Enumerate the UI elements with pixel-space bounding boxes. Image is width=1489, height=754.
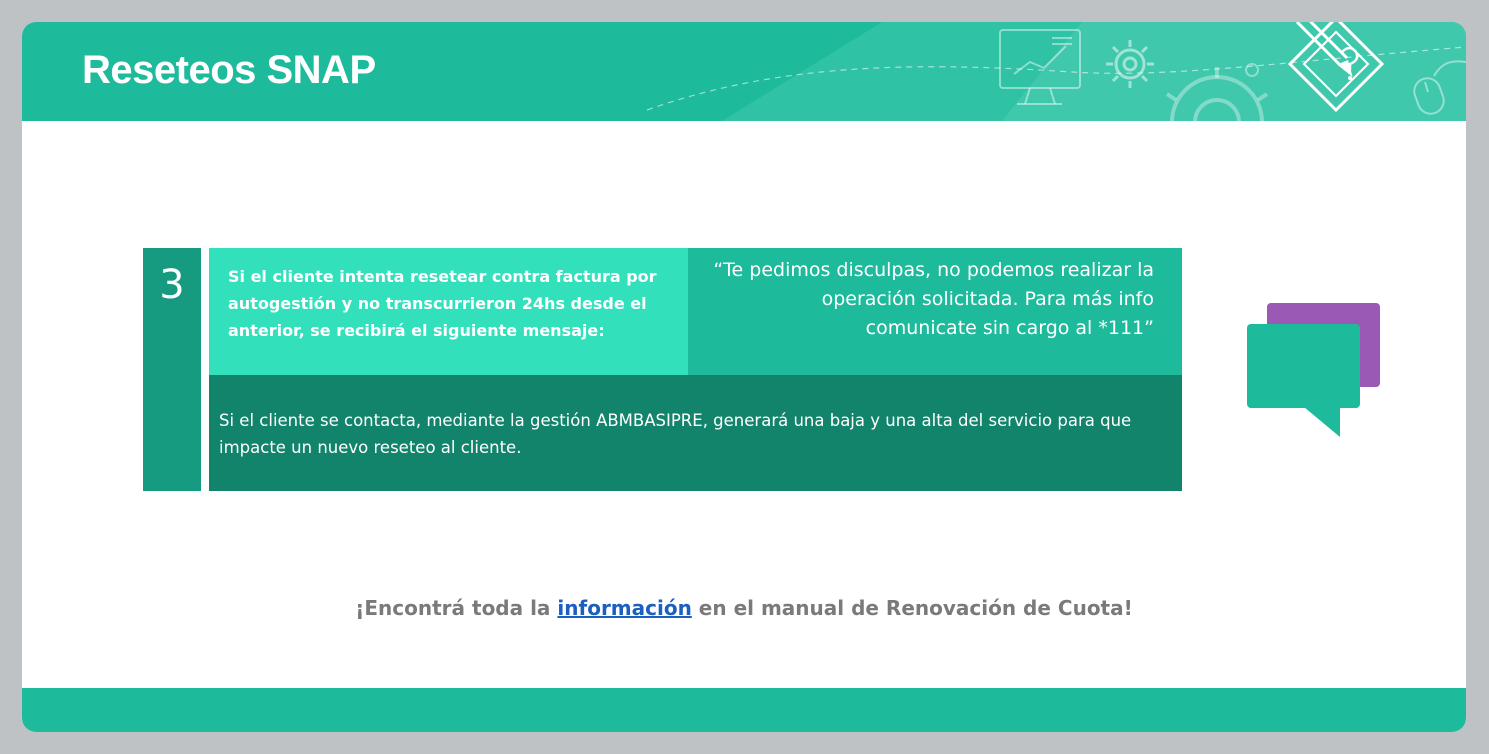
manual-note-suffix: en el manual de Renovación de Cuota!: [691, 596, 1133, 620]
information-link[interactable]: información: [557, 596, 691, 620]
step-number: 3: [159, 262, 185, 308]
slide: Reseteos SNAP 3 Si el cliente intenta re…: [22, 22, 1466, 732]
action-text: Si el cliente se contacta, mediante la g…: [219, 411, 1132, 457]
step-number-column: 3: [143, 248, 201, 491]
manual-note-prefix: ¡Encontrá toda la: [355, 596, 558, 620]
message-text: “Te pedimos disculpas, no podemos realiz…: [713, 259, 1154, 339]
manual-note: ¡Encontrá toda la información en el manu…: [22, 596, 1466, 620]
condition-box: Si el cliente intenta resetear contra fa…: [209, 248, 688, 375]
chat-bubbles-icon: [1247, 303, 1380, 437]
header-banner: Reseteos SNAP: [22, 22, 1466, 121]
message-box: “Te pedimos disculpas, no podemos realiz…: [688, 248, 1182, 375]
condition-text: Si el cliente intenta resetear contra fa…: [228, 267, 657, 340]
footer-bar: [22, 688, 1466, 732]
page-title: Reseteos SNAP: [82, 48, 376, 92]
action-box: Si el cliente se contacta, mediante la g…: [209, 375, 1182, 491]
